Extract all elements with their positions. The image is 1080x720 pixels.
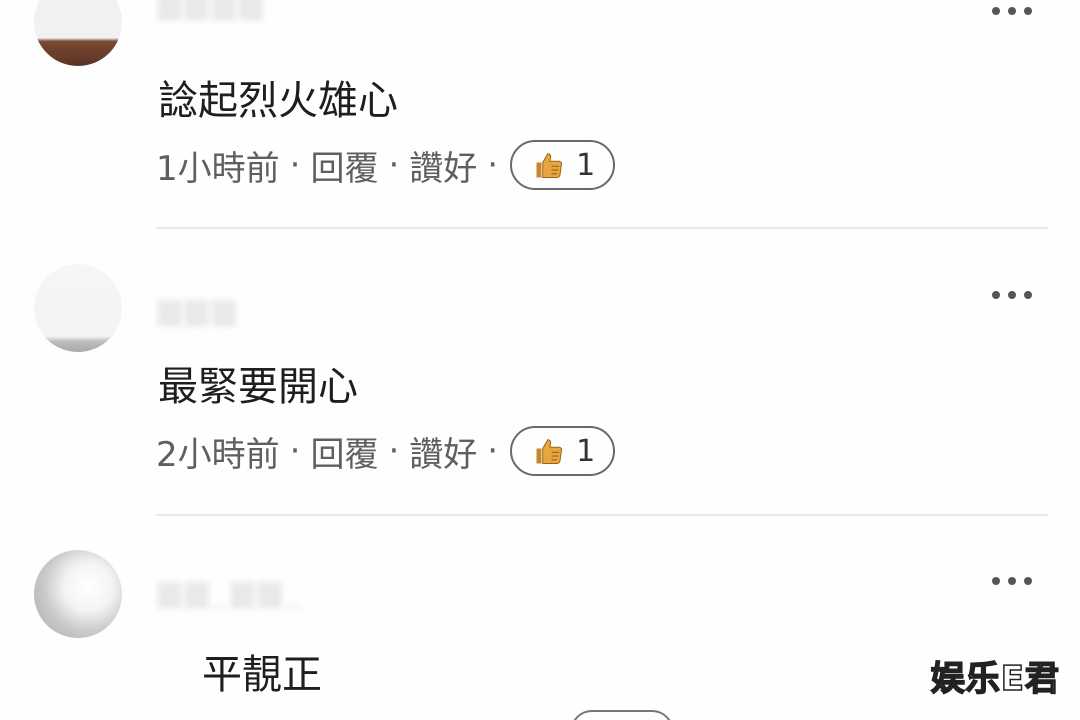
- more-options-icon[interactable]: [992, 291, 1034, 301]
- reaction-count-button[interactable]: [570, 710, 674, 720]
- commenter-name-blurred[interactable]: ▆▆▆▆: [158, 0, 266, 21]
- timestamp: 2小時前: [156, 434, 280, 475]
- avatar[interactable]: [34, 0, 122, 66]
- avatar[interactable]: [34, 264, 122, 352]
- comment-meta: 1小時前 · 回覆 · 讚好 · 1: [156, 140, 616, 190]
- commenter-name-blurred[interactable]: ▆▆_▆▆_: [158, 574, 304, 609]
- comment-meta: 2小時前 · 回覆 · 讚好 · 1: [156, 426, 616, 476]
- more-options-icon[interactable]: [992, 577, 1034, 587]
- divider: [156, 227, 1048, 229]
- separator-dot: ·: [487, 431, 499, 471]
- separator-dot: ·: [388, 431, 400, 471]
- comment-feed: ▆▆▆▆ 諗起烈火雄心 1小時前 · 回覆 · 讚好 · 1 ▆▆▆ 最緊要開心…: [0, 0, 1080, 720]
- commenter-name-blurred[interactable]: ▆▆▆: [158, 292, 239, 327]
- like-link[interactable]: 讚好: [409, 141, 477, 190]
- separator-dot: ·: [388, 145, 400, 185]
- like-link[interactable]: 讚好: [409, 427, 477, 476]
- reply-link[interactable]: 回覆: [310, 427, 378, 476]
- reaction-count: 1: [576, 147, 596, 183]
- comment-text: 平靚正: [202, 652, 322, 698]
- divider: [156, 514, 1048, 516]
- thumbs-up-icon: [536, 153, 563, 179]
- separator-dot: ·: [289, 145, 301, 185]
- reaction-count-button[interactable]: 1: [510, 426, 616, 476]
- separator-dot: ·: [487, 145, 499, 185]
- avatar[interactable]: [34, 550, 122, 638]
- thumbs-up-icon: [536, 439, 563, 465]
- timestamp: 1小時前: [156, 148, 280, 189]
- more-options-icon[interactable]: [992, 7, 1034, 17]
- reaction-count: 1: [576, 433, 596, 469]
- reply-link[interactable]: 回覆: [310, 141, 378, 190]
- separator-dot: ·: [289, 431, 301, 471]
- comment-text: 諗起烈火雄心: [158, 78, 398, 124]
- comment-text: 最緊要開心: [158, 364, 358, 410]
- watermark: 娱乐E君: [930, 658, 1060, 700]
- reaction-count-button[interactable]: 1: [510, 140, 616, 190]
